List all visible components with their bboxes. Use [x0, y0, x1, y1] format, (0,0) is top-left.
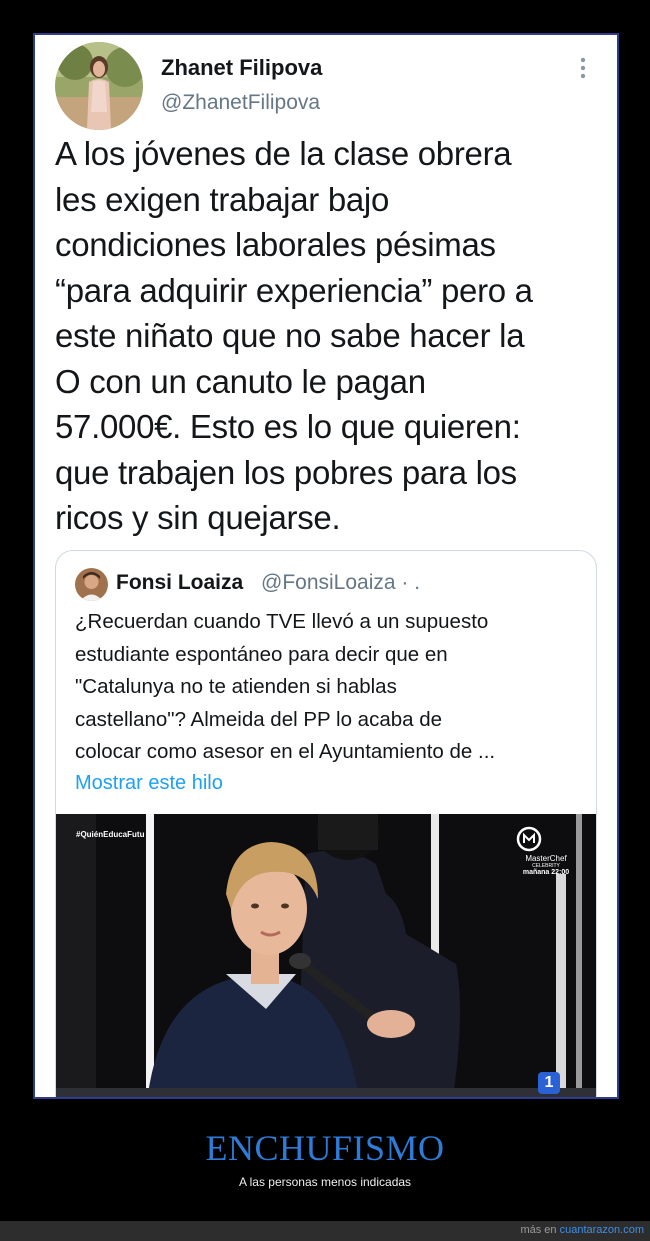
tweet-text-line: “para adquirir experiencia” pero a	[55, 271, 533, 309]
tweet-text-line: 57.000€. Esto es lo que quieren:	[55, 408, 521, 445]
quote-media-image[interactable]: #QuiénEducaFutu MasterChef CELEBRITY mañ…	[56, 814, 596, 1097]
tweet-text-line: O con un canuto le pagan	[55, 362, 426, 400]
tweet-text-line: condiciones laborales pésimas	[55, 226, 496, 263]
credit-bar: más en cuantarazon.com	[0, 1221, 650, 1241]
quote-author-name[interactable]: Fonsi Loaiza	[116, 571, 243, 595]
channel-logo: 1	[538, 1072, 560, 1094]
quote-author-avatar[interactable]	[75, 568, 108, 601]
author-handle[interactable]: @ZhanetFilipova	[161, 91, 320, 115]
quote-text: ¿Recuerdan cuando TVE llevó a un supuest…	[75, 606, 590, 769]
quote-author-handle[interactable]: @FonsiLoaiza · .	[261, 571, 420, 595]
masterchef-logo: MasterChef CELEBRITY mañana 22:00	[516, 826, 576, 876]
footer-subtitle: A las personas menos indicadas	[238, 1175, 412, 1189]
author-name[interactable]: Zhanet Filipova	[161, 55, 322, 81]
footer-title: ENCHUFISMO	[205, 1128, 445, 1168]
tweet-card: Zhanet Filipova @ZhanetFilipova A los jó…	[33, 33, 619, 1099]
credit-prefix: más en	[520, 1224, 557, 1236]
site-link[interactable]: cuantarazon.com	[560, 1224, 644, 1236]
tweet-text: A los jóvenes de la clase obrera les exi…	[55, 131, 610, 541]
quoted-tweet[interactable]: Fonsi Loaiza @FonsiLoaiza · . ¿Recuerdan…	[55, 550, 597, 1097]
vertical-dots-icon[interactable]	[573, 53, 593, 83]
masterchef-title: MasterChef	[525, 854, 567, 863]
quote-text-line: "Catalunya no te atienden si hablas	[75, 675, 397, 698]
author-avatar[interactable]	[55, 42, 143, 130]
quote-text-line: ¿Recuerdan cuando TVE llevó a un supuest…	[75, 610, 489, 633]
tweet-text-line: ricos y sin quejarse.	[55, 499, 341, 536]
quote-text-line: castellano"? Almeida del PP lo acaba de	[75, 707, 443, 731]
show-thread-link[interactable]: Mostrar este hilo	[75, 772, 223, 795]
hashtag-overlay: #QuiénEducaFutu	[76, 830, 145, 839]
quote-text-line: estudiante espontáneo para decir que en	[75, 642, 448, 666]
masterchef-emblem-icon	[516, 826, 542, 852]
quote-text-line: colocar como asesor en el Ayuntamiento d…	[75, 740, 496, 763]
tweet-text-line: les exigen trabajar bajo	[55, 180, 390, 218]
tweet-text-line: que trabajen los pobres para los	[55, 453, 517, 491]
tweet-text-line: este niñato que no sabe hacer la	[55, 317, 525, 354]
tweet-text-line: A los jóvenes de la clase obrera	[55, 135, 512, 172]
masterchef-time: mañana 22:00	[522, 869, 570, 876]
site-credit: más en cuantarazon.com	[520, 1224, 644, 1236]
